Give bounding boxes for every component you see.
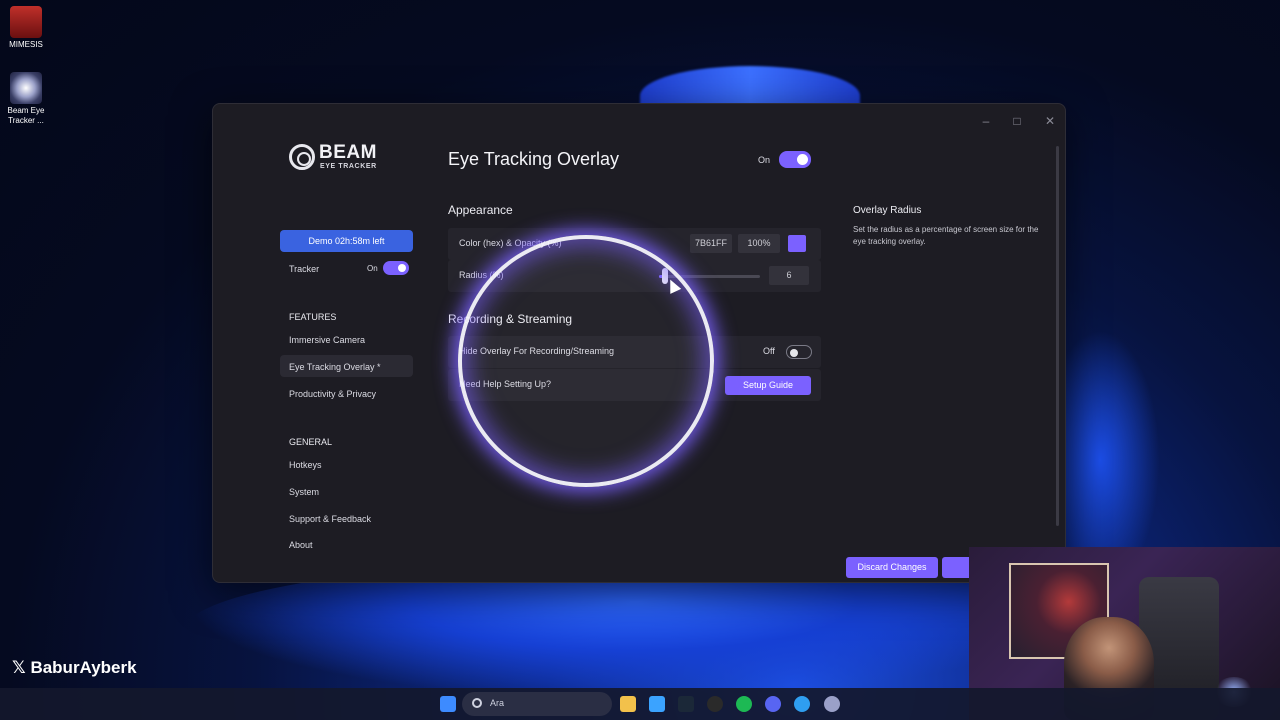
tracker-label: Tracker	[289, 264, 320, 274]
setup-guide-button[interactable]: Setup Guide	[725, 376, 811, 395]
sidebar-item-about[interactable]: About	[289, 540, 313, 550]
beam-logo-icon	[289, 144, 315, 170]
toggle-knob	[790, 349, 798, 357]
color-swatch[interactable]	[788, 235, 806, 252]
desktop-icon-label: MIMESIS	[9, 40, 43, 49]
radius-value-input[interactable]: 6	[769, 266, 809, 285]
toggle-knob	[797, 154, 808, 165]
search-icon	[472, 698, 482, 708]
beam-taskbar-icon[interactable]	[824, 696, 840, 712]
scrollbar[interactable]	[1056, 146, 1059, 526]
logo-subtitle: EYE TRACKER	[320, 163, 377, 170]
app-window: – □ ✕ BEAM EYE TRACKER Demo 02h:58m left…	[212, 103, 1066, 583]
logo-name: BEAM	[319, 142, 377, 163]
tracker-state: On	[367, 264, 378, 273]
opacity-input[interactable]: 100%	[738, 234, 780, 253]
discard-changes-button[interactable]: Discard Changes	[846, 557, 938, 578]
features-heading: FEATURES	[289, 312, 337, 322]
file-explorer-icon[interactable]	[620, 696, 636, 712]
general-heading: GENERAL	[289, 437, 333, 447]
close-icon[interactable]: ✕	[1039, 114, 1061, 128]
mimesis-icon	[10, 6, 42, 38]
social-handle: 𝕏 BaburAyberk	[12, 658, 137, 678]
hide-overlay-state: Off	[763, 346, 775, 356]
sidebar-item-system[interactable]: System	[289, 487, 319, 497]
discord-icon[interactable]	[765, 696, 781, 712]
sidebar-item-productivity-privacy[interactable]: Productivity & Privacy	[289, 389, 376, 399]
search-placeholder: Ara	[490, 698, 505, 708]
desktop-icon-mimesis[interactable]: MIMESIS	[2, 6, 50, 50]
maximize-icon[interactable]: □	[1006, 114, 1028, 128]
page-title: Eye Tracking Overlay	[448, 149, 620, 169]
hide-overlay-toggle[interactable]	[786, 345, 812, 359]
appearance-heading: Appearance	[448, 203, 513, 217]
obs-icon[interactable]	[707, 696, 723, 712]
color-hex-input[interactable]: 7B61FF	[690, 234, 732, 253]
spotify-icon[interactable]	[736, 696, 752, 712]
taskbar: Ara	[0, 688, 1280, 720]
beam-app-icon	[10, 72, 42, 104]
desktop-icon-label: Beam Eye Tracker ...	[7, 106, 45, 125]
help-title: Overlay Radius	[853, 205, 922, 216]
sidebar-item-hotkeys[interactable]: Hotkeys	[289, 460, 322, 470]
sidebar-item-immersive-camera[interactable]: Immersive Camera	[289, 335, 365, 345]
minimize-icon[interactable]: –	[975, 114, 997, 128]
overlay-enabled-label: On	[758, 155, 771, 165]
sidebar-item-eye-tracking-overlay[interactable]: Eye Tracking Overlay *	[289, 362, 381, 372]
demo-timer-button[interactable]: Demo 02h:58m left	[280, 230, 413, 252]
taskbar-search[interactable]: Ara	[462, 692, 612, 716]
sidebar-item-support-feedback[interactable]: Support & Feedback	[289, 514, 371, 524]
edge-icon[interactable]	[794, 696, 810, 712]
overlay-enabled-toggle[interactable]	[779, 151, 811, 168]
eye-tracking-overlay-ring	[458, 235, 714, 487]
help-body: Set the radius as a percentage of screen…	[853, 225, 1039, 246]
steam-icon[interactable]	[678, 696, 694, 712]
start-menu-icon[interactable]	[440, 696, 456, 712]
social-handle-text: BaburAyberk	[30, 658, 137, 677]
photos-icon[interactable]	[649, 696, 665, 712]
x-logo-icon: 𝕏	[12, 658, 26, 677]
tracker-toggle[interactable]	[383, 261, 409, 275]
desktop-icon-beam[interactable]: Beam Eye Tracker ...	[2, 72, 50, 126]
toggle-knob	[398, 264, 406, 272]
